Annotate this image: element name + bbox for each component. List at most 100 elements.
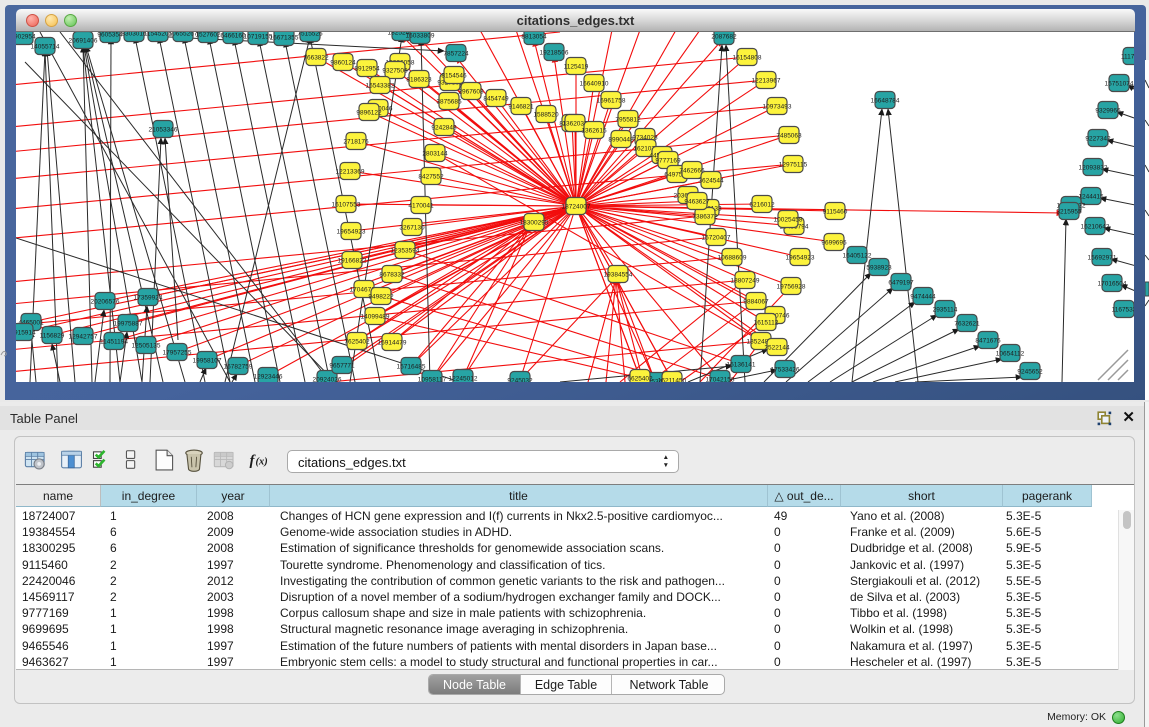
- svg-text:2935114: 2935114: [933, 307, 958, 314]
- svg-text:9699695: 9699695: [821, 240, 847, 247]
- svg-text:16648784: 16648784: [871, 98, 900, 105]
- svg-text:8471676: 8471676: [975, 338, 1001, 345]
- svg-text:9498222: 9498222: [368, 294, 394, 301]
- svg-text:9474444: 9474444: [910, 294, 936, 301]
- svg-text:16671355: 16671355: [270, 35, 299, 42]
- svg-text:1117205: 1117205: [1121, 54, 1134, 61]
- svg-text:12975115: 12975115: [779, 162, 808, 169]
- svg-text:8813054: 8813054: [521, 34, 547, 41]
- svg-text:17016504: 17016504: [1098, 281, 1127, 288]
- svg-text:3875685: 3875685: [436, 99, 462, 106]
- svg-text:12923446: 12923446: [254, 374, 283, 381]
- svg-text:16210643: 16210643: [1081, 224, 1110, 231]
- svg-text:9115460: 9115460: [823, 209, 848, 216]
- svg-text:19975887: 19975887: [114, 321, 143, 328]
- svg-text:20924026: 20924026: [313, 377, 342, 383]
- svg-text:8990448: 8990448: [608, 137, 634, 144]
- svg-text:3267130: 3267130: [399, 225, 425, 232]
- svg-text:8678332: 8678332: [379, 272, 405, 279]
- svg-text:8427552: 8427552: [418, 174, 444, 181]
- svg-text:7515526: 7515526: [297, 32, 323, 38]
- svg-text:7625402: 7625402: [344, 339, 370, 346]
- svg-text:19654923: 19654923: [786, 255, 815, 262]
- svg-text:16543382: 16543382: [366, 83, 395, 90]
- svg-text:5938923: 5938923: [866, 265, 892, 272]
- svg-text:9227342: 9227342: [1085, 136, 1111, 143]
- svg-text:14099489: 14099489: [361, 314, 390, 321]
- svg-text:12353594: 12353594: [391, 248, 420, 255]
- svg-text:19756928: 19756928: [777, 284, 806, 291]
- svg-text:2803144: 2803144: [422, 151, 448, 158]
- svg-text:7632621: 7632621: [954, 321, 980, 328]
- svg-text:16211450: 16211450: [658, 378, 687, 383]
- svg-text:17359924: 17359924: [134, 295, 163, 302]
- svg-text:1527602: 1527602: [195, 32, 221, 39]
- svg-text:1615112: 1615112: [754, 320, 779, 327]
- svg-text:9146821: 9146821: [508, 104, 534, 111]
- svg-text:1244415: 1244415: [1078, 194, 1104, 201]
- svg-text:16961758: 16961758: [597, 98, 626, 105]
- svg-text:9242848: 9242848: [431, 125, 457, 132]
- svg-text:1125419: 1125419: [564, 64, 589, 71]
- svg-text:(x): (x): [256, 456, 268, 467]
- svg-text:6625402: 6625402: [627, 376, 653, 383]
- svg-text:2087682: 2087682: [711, 34, 737, 41]
- svg-text:9860124: 9860124: [330, 60, 356, 67]
- svg-text:19654923: 19654923: [337, 229, 366, 236]
- svg-text:19384554: 19384554: [604, 272, 633, 279]
- svg-text:10688609: 10688609: [718, 255, 747, 262]
- svg-text:20206576: 20206576: [91, 299, 120, 306]
- svg-text:16154808: 16154808: [733, 55, 762, 62]
- svg-text:12093832: 12093832: [1079, 165, 1108, 172]
- svg-text:1902954: 1902954: [16, 34, 36, 41]
- svg-text:1167533: 1167533: [1112, 307, 1134, 314]
- svg-text:17957255: 17957255: [163, 350, 192, 357]
- svg-text:16405122: 16405122: [843, 253, 872, 260]
- svg-text:7663822: 7663822: [303, 55, 329, 62]
- svg-text:15716485: 15716485: [397, 364, 426, 371]
- svg-text:9463627: 9463627: [684, 199, 710, 206]
- svg-text:15692971: 15692971: [1088, 255, 1117, 262]
- svg-text:10719155: 10719155: [244, 34, 273, 41]
- svg-text:9657771: 9657771: [329, 363, 355, 370]
- svg-text:19218506: 19218506: [540, 50, 569, 57]
- svg-text:16107553: 16107553: [332, 202, 361, 209]
- svg-text:15720407: 15720407: [702, 235, 731, 242]
- svg-text:9777169: 9777169: [655, 158, 681, 165]
- svg-text:2967608: 2967608: [458, 89, 484, 96]
- svg-text:16033809: 16033809: [406, 33, 435, 40]
- svg-text:9896122: 9896122: [356, 110, 382, 117]
- svg-text:19166822: 19166822: [338, 258, 367, 265]
- svg-text:17533426: 17533426: [771, 367, 800, 374]
- svg-text:6466160: 6466160: [220, 33, 246, 40]
- svg-text:12213369: 12213369: [336, 169, 365, 176]
- svg-text:15751074: 15751074: [1105, 81, 1134, 88]
- svg-text:15136141: 15136141: [727, 362, 756, 369]
- svg-text:9245652: 9245652: [1017, 369, 1043, 376]
- svg-text:10654112: 10654112: [996, 351, 1025, 358]
- svg-text:7485063: 7485063: [776, 133, 802, 140]
- svg-text:18724007: 18724007: [562, 204, 591, 211]
- svg-text:12942757: 12942757: [69, 334, 98, 341]
- svg-text:3624544: 3624544: [698, 178, 724, 185]
- svg-text:14055714: 14055714: [31, 44, 60, 51]
- svg-text:9605354: 9605354: [97, 32, 123, 39]
- svg-text:10655267: 10655267: [169, 32, 198, 38]
- svg-text:9327506: 9327506: [382, 68, 408, 75]
- svg-text:6216012: 6216012: [749, 202, 775, 209]
- svg-text:1362615: 1362615: [581, 128, 607, 135]
- svg-text:2522144: 2522144: [764, 345, 790, 352]
- svg-text:8454749: 8454749: [483, 96, 509, 103]
- svg-text:3215955: 3215955: [1056, 209, 1082, 216]
- svg-text:10025458: 10025458: [774, 217, 803, 224]
- svg-text:12505135: 12505135: [132, 343, 161, 350]
- svg-text:10973493: 10973493: [763, 104, 792, 111]
- svg-text:4170041: 4170041: [408, 203, 434, 210]
- svg-text:19958107: 19958107: [193, 358, 222, 365]
- svg-text:7386372: 7386372: [692, 214, 718, 221]
- svg-text:7857224: 7857224: [443, 51, 469, 58]
- svg-text:6479197: 6479197: [888, 280, 914, 287]
- svg-text:16640910: 16640910: [580, 81, 609, 88]
- svg-text:8186323: 8186323: [406, 77, 432, 84]
- svg-text:17042158: 17042158: [706, 377, 735, 383]
